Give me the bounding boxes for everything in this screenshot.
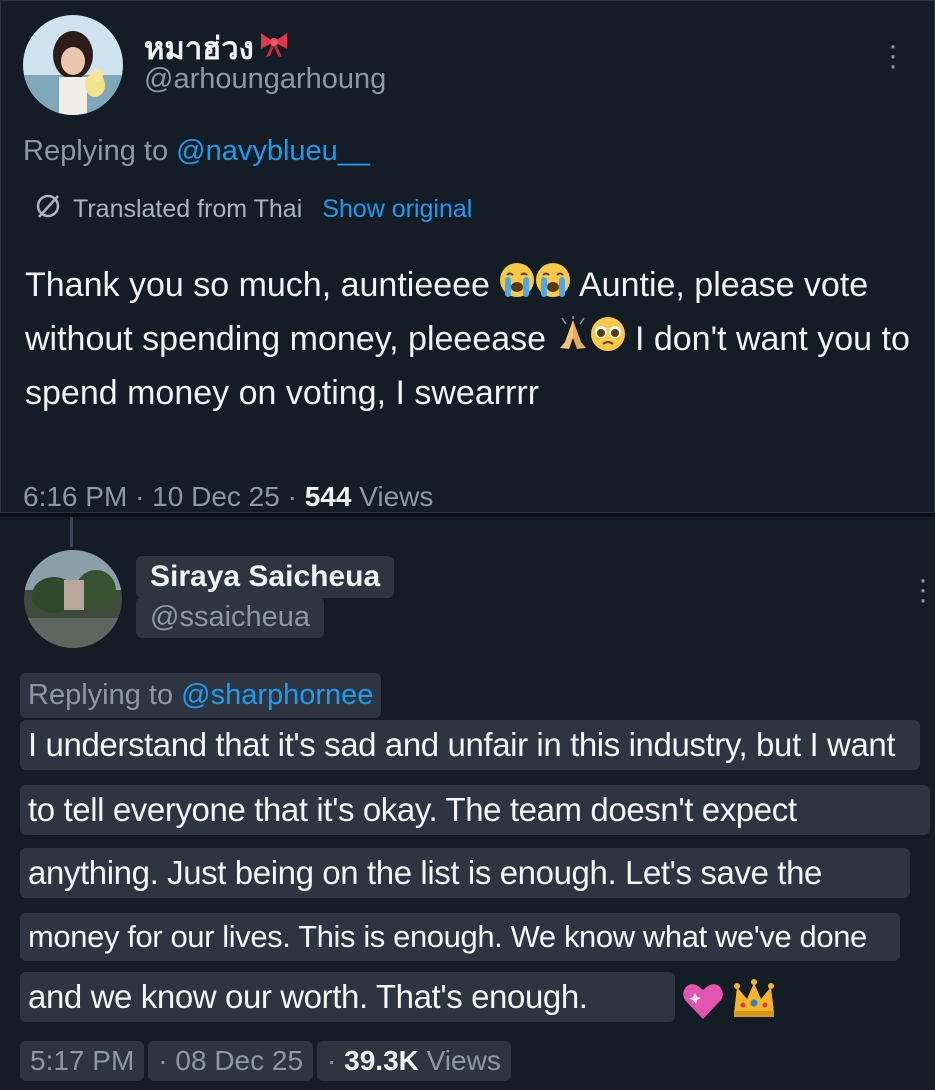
avatar[interactable] xyxy=(23,15,123,115)
handle[interactable]: @ssaicheua xyxy=(136,597,325,638)
meta-separator: · xyxy=(327,1045,337,1076)
tweet-text-part-1: Thank you so much, auntieeee xyxy=(25,266,490,304)
tweet-meta: 6:16 PM · 10 Dec 25 · 544 Views xyxy=(23,481,434,512)
views-count[interactable]: 39.3K xyxy=(344,1045,419,1076)
more-icon[interactable]: · · · xyxy=(913,565,933,615)
reply-mention-link[interactable]: @navyblueu__ xyxy=(176,135,370,167)
meta-separator: · xyxy=(135,481,153,512)
tweet-date[interactable]: 10 Dec 25 xyxy=(152,481,280,512)
display-name[interactable]: Siraya Saicheua xyxy=(136,556,395,598)
replying-to: Replying to @sharphornee xyxy=(20,673,382,718)
views-label: Views xyxy=(359,481,434,512)
tweet-text-line: and we know our worth. That's enough. xyxy=(20,972,675,1022)
show-original-link[interactable]: Show original xyxy=(322,195,472,224)
tweet-text-line: I understand that it's sad and unfair in… xyxy=(20,720,920,770)
views-label: Views xyxy=(426,1045,501,1076)
replying-prefix: Replying to xyxy=(28,679,174,711)
crying-face-icon xyxy=(535,261,571,313)
tweet-text-line: to tell everyone that it's okay. The tea… xyxy=(20,785,930,835)
reply-mention-link[interactable]: @sharphornee xyxy=(181,679,373,711)
tweet-time[interactable]: 5:17 PM xyxy=(20,1041,145,1081)
more-icon[interactable]: · · · xyxy=(883,31,903,81)
views-count[interactable]: 544 xyxy=(305,481,352,512)
ribbon-icon xyxy=(258,30,290,66)
tweet-meta: 5:17 PM · 08 Dec 25 · 39.3K Views xyxy=(20,1041,511,1081)
pleading-face-icon xyxy=(590,315,626,367)
translation-bar: Translated from Thai Show original xyxy=(33,191,472,228)
tweet-time[interactable]: 6:16 PM xyxy=(23,481,127,512)
translated-label: Translated from Thai xyxy=(73,195,303,223)
tweet-card-1: หมาฮ่วง @arhoungarhoung · · · Replying to … xyxy=(0,0,935,513)
tweet-date-wrap: · 08 Dec 25 xyxy=(148,1041,314,1081)
thread-line xyxy=(70,517,73,547)
crown-icon xyxy=(731,979,777,1024)
sparkling-heart-icon xyxy=(681,979,725,1026)
handle[interactable]: @arhoungarhoung xyxy=(144,63,386,96)
tweet-card-2: Siraya Saicheua @ssaicheua · · · Replying … xyxy=(0,517,935,1090)
crying-face-icon xyxy=(499,261,535,313)
replying-to: Replying to @navyblueu__ xyxy=(23,135,370,168)
meta-separator: · xyxy=(287,481,305,512)
views-wrap: · 39.3K Views xyxy=(317,1041,511,1081)
translate-icon xyxy=(33,191,63,228)
replying-prefix: Replying to xyxy=(23,135,169,167)
avatar[interactable] xyxy=(24,550,122,648)
tweet-text: Thank you so much, auntieeee Auntie, ple… xyxy=(25,259,920,419)
tweet-text-line: money for our lives. This is enough. We … xyxy=(20,913,900,961)
tweet-date[interactable]: 08 Dec 25 xyxy=(175,1045,303,1076)
folded-hands-icon xyxy=(556,315,590,367)
meta-separator: · xyxy=(158,1045,168,1076)
tweet-text-line: anything. Just being on the list is enou… xyxy=(20,848,910,898)
